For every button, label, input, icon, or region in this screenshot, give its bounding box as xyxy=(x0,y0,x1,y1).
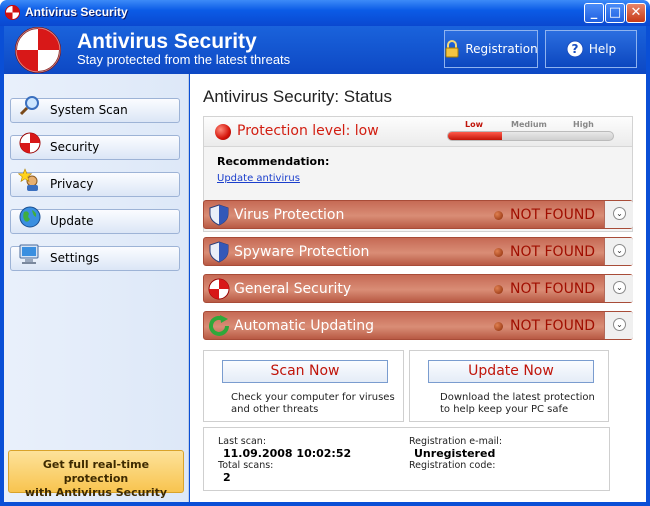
threat-status: NOT FOUND xyxy=(510,207,596,223)
threat-status: NOT FOUND xyxy=(510,281,596,297)
chevron-down-icon: ⌄ xyxy=(613,244,626,257)
sidebar-item-label: System Scan xyxy=(50,103,128,117)
help-label: Help xyxy=(588,42,617,56)
last-scan-label: Last scan: xyxy=(218,436,267,447)
help-icon: ? xyxy=(566,40,584,58)
registration-email-label: Registration e-mail: xyxy=(409,436,503,447)
app-header: Antivirus Security Stay protected from t… xyxy=(4,26,646,74)
maximize-icon[interactable]: □ xyxy=(605,3,625,23)
level-low-label: Low xyxy=(465,120,483,129)
scan-card: Scan Now Check your computer for viruses… xyxy=(203,350,404,422)
threat-name: Virus Protection xyxy=(234,207,345,223)
level-high-label: High xyxy=(573,120,594,129)
help-button[interactable]: ? Help xyxy=(545,30,637,68)
window-title: Antivirus Security xyxy=(25,5,128,19)
sidebar-item-label: Privacy xyxy=(50,177,94,191)
promo-line-1: Get full real-time protection xyxy=(42,458,150,485)
protection-level-row: Protection level: low Low Medium High xyxy=(204,117,632,147)
promo-line-2: with Antivirus Security xyxy=(24,486,168,499)
sidebar-item-system-scan[interactable]: System Scan xyxy=(10,96,180,123)
shield-icon xyxy=(209,241,229,263)
sidebar-item-privacy[interactable]: Privacy xyxy=(10,168,180,197)
threat-row-spyware-protection[interactable]: Spyware Protection NOT FOUND ⌄ xyxy=(203,237,633,266)
registration-button[interactable]: Registration xyxy=(444,30,538,68)
update-card: Update Now Download the latest protectio… xyxy=(409,350,609,422)
update-description: Download the latest protection to help k… xyxy=(440,392,595,416)
app-title: Antivirus Security xyxy=(77,30,257,53)
scan-now-button[interactable]: Scan Now xyxy=(222,360,388,383)
svg-text:?: ? xyxy=(571,42,578,56)
sidebar-item-label: Update xyxy=(50,214,94,228)
app-shield-icon xyxy=(5,5,20,20)
sidebar-item-settings[interactable]: Settings xyxy=(10,244,180,271)
expand-button[interactable]: ⌄ xyxy=(604,275,633,302)
app-window: Antivirus Security _ □ ✕ Antivirus Secur… xyxy=(0,0,650,506)
refresh-icon xyxy=(209,315,229,336)
status-dot-icon xyxy=(494,248,503,257)
update-description-line-2: to help keep your PC safe xyxy=(440,404,569,415)
level-medium-label: Medium xyxy=(511,120,547,129)
get-protection-button[interactable]: Get full real-time protection with Antiv… xyxy=(8,450,184,499)
expand-button[interactable]: ⌄ xyxy=(604,201,633,228)
chevron-down-icon: ⌄ xyxy=(613,207,626,220)
computer-icon xyxy=(19,244,39,264)
threat-name: Automatic Updating xyxy=(234,318,374,334)
status-dot-icon xyxy=(494,211,503,220)
shield-icon xyxy=(209,204,229,226)
scan-description-line-2: and other threats xyxy=(231,404,319,415)
registration-email-value: Unregistered xyxy=(414,447,496,460)
registration-code-label: Registration code: xyxy=(409,460,496,471)
expand-button[interactable]: ⌄ xyxy=(604,312,633,339)
sidebar-item-update[interactable]: Update xyxy=(10,206,180,234)
total-scans-label: Total scans: xyxy=(218,460,274,471)
status-dot-icon xyxy=(494,322,503,331)
star-user-icon xyxy=(18,168,38,191)
threat-row-general-security[interactable]: General Security NOT FOUND ⌄ xyxy=(203,274,633,303)
magnifier-icon xyxy=(19,96,39,116)
main-panel: Antivirus Security: Status Protection le… xyxy=(190,74,646,502)
title-bar[interactable]: Antivirus Security _ □ ✕ xyxy=(0,0,650,26)
status-dot-icon xyxy=(494,285,503,294)
lock-icon xyxy=(445,40,459,58)
shield-cross-icon xyxy=(19,132,41,154)
close-icon[interactable]: ✕ xyxy=(626,3,646,23)
update-antivirus-link[interactable]: Update antivirus xyxy=(217,173,300,184)
threat-name: Spyware Protection xyxy=(234,244,370,260)
threat-name: General Security xyxy=(234,281,352,297)
scan-info-panel: Last scan: 11.09.2008 10:02:52 Total sca… xyxy=(203,427,610,491)
shield-cross-logo xyxy=(15,27,61,73)
sidebar-item-label: Settings xyxy=(50,251,100,265)
app-subtitle: Stay protected from the latest threats xyxy=(77,52,291,67)
sidebar-item-label: Security xyxy=(50,140,100,154)
sidebar: System Scan Security Privacy Update Sett… xyxy=(4,74,189,502)
threat-row-automatic-updating[interactable]: Automatic Updating NOT FOUND ⌄ xyxy=(203,311,633,340)
protection-level-text: Protection level: low xyxy=(237,123,379,139)
shield-cross-icon xyxy=(208,278,230,300)
protection-level-fill xyxy=(448,132,503,140)
threat-row-virus-protection[interactable]: Virus Protection NOT FOUND ⌄ xyxy=(203,200,633,229)
expand-button[interactable]: ⌄ xyxy=(604,238,633,265)
sidebar-item-security[interactable]: Security xyxy=(10,132,180,160)
last-scan-value: 11.09.2008 10:02:52 xyxy=(223,447,352,460)
update-description-line-1: Download the latest protection xyxy=(440,392,595,403)
scan-description-line-1: Check your computer for viruses xyxy=(231,392,395,403)
threat-status: NOT FOUND xyxy=(510,318,596,334)
update-now-button[interactable]: Update Now xyxy=(428,360,594,383)
page-title: Antivirus Security: Status xyxy=(203,87,392,106)
chevron-down-icon: ⌄ xyxy=(613,281,626,294)
recommendation-label: Recommendation: xyxy=(217,155,330,168)
scan-description: Check your computer for viruses and othe… xyxy=(231,392,395,416)
alert-dot-icon xyxy=(215,124,231,140)
protection-level-bar xyxy=(447,131,614,141)
threat-status: NOT FOUND xyxy=(510,244,596,260)
globe-icon xyxy=(19,206,41,228)
total-scans-value: 2 xyxy=(223,471,231,484)
chevron-down-icon: ⌄ xyxy=(613,318,626,331)
minimize-icon[interactable]: _ xyxy=(584,3,604,23)
registration-label: Registration xyxy=(465,42,538,56)
